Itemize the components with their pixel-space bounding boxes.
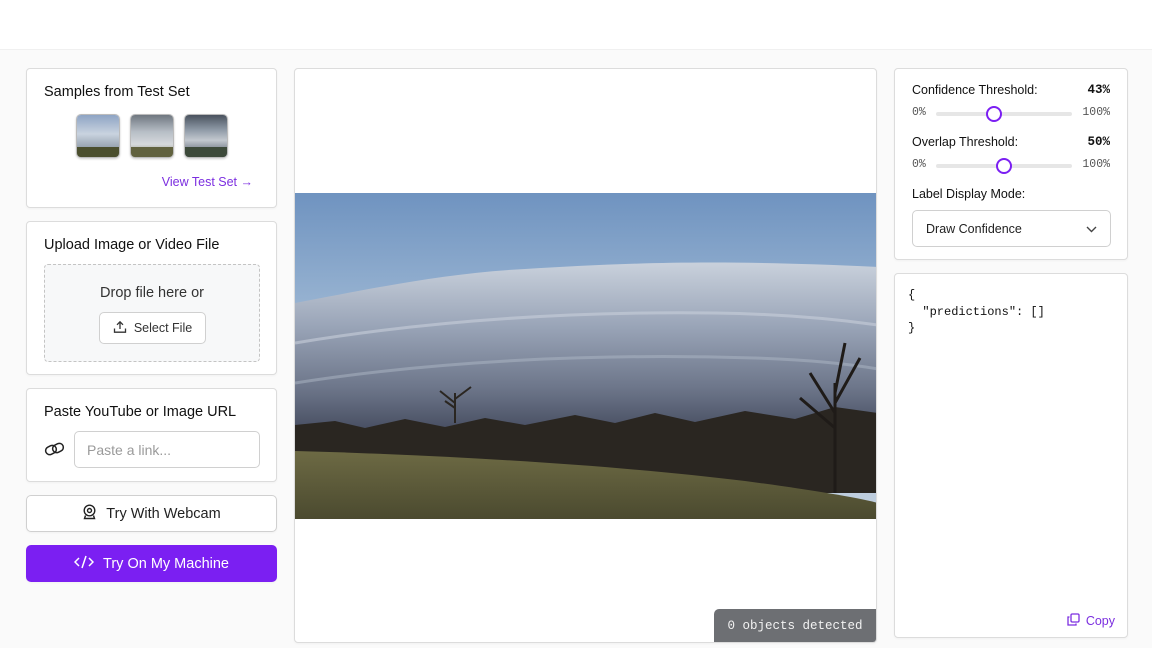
confidence-slider[interactable] [936,106,1072,122]
upload-icon [113,320,127,337]
confidence-max: 100% [1082,106,1110,119]
confidence-min: 0% [912,106,926,119]
drop-text: Drop file here or [100,285,204,301]
code-icon [73,555,95,573]
chevron-down-icon [1086,222,1097,236]
label-mode-value: Draw Confidence [926,221,1022,236]
sample-thumbnail-3[interactable] [184,114,228,158]
try-on-machine-label: Try On My Machine [103,555,229,572]
url-input[interactable] [74,431,260,468]
upload-card: Upload Image or Video File Drop file her… [26,221,277,375]
top-bar [0,0,1152,50]
select-file-label: Select File [133,321,193,335]
confidence-label: Confidence Threshold: [912,83,1038,97]
copy-icon [1067,613,1080,629]
url-title: Paste YouTube or Image URL [44,404,237,420]
sample-thumbnail-1[interactable] [76,114,120,158]
copy-button[interactable]: Copy [1067,613,1115,629]
overlap-slider[interactable] [936,158,1072,174]
label-mode-label: Label Display Mode: [912,187,1026,201]
link-icon [44,441,65,462]
overlap-max: 100% [1082,158,1110,171]
sample-thumbnail-2[interactable] [130,114,174,158]
overlap-slider-handle[interactable] [996,158,1012,174]
webcam-icon [82,503,97,524]
predictions-json: { "predictions": [] } [908,288,1045,335]
webcam-label: Try With Webcam [106,505,221,522]
url-card: Paste YouTube or Image URL [26,388,277,482]
overlap-min: 0% [912,158,926,171]
samples-title: Samples from Test Set [44,84,190,100]
image-viewer: 0 objects detected [294,68,877,643]
webcam-button[interactable]: Try With Webcam [26,495,277,532]
try-on-machine-button[interactable]: Try On My Machine [26,545,277,582]
confidence-slider-handle[interactable] [986,106,1003,122]
overlap-label: Overlap Threshold: [912,135,1019,149]
settings-card: Confidence Threshold: 43% 0% 100% Overla… [894,68,1128,260]
copy-label: Copy [1085,614,1115,628]
label-mode-select[interactable]: Draw Confidence [912,210,1111,247]
confidence-value: 43% [1087,83,1110,97]
file-dropzone[interactable]: Drop file here or Select File [44,264,260,362]
select-file-button[interactable]: Select File [99,312,206,344]
preview-image [295,193,876,519]
view-test-set-link[interactable]: View Test Set → [162,175,253,189]
samples-card: Samples from Test Set View Test Set → [26,68,277,208]
upload-title: Upload Image or Video File [44,237,220,253]
overlap-value: 50% [1087,135,1110,149]
objects-detected-badge: 0 objects detected [714,609,876,642]
json-output-card: { "predictions": [] } Copy [894,273,1128,638]
